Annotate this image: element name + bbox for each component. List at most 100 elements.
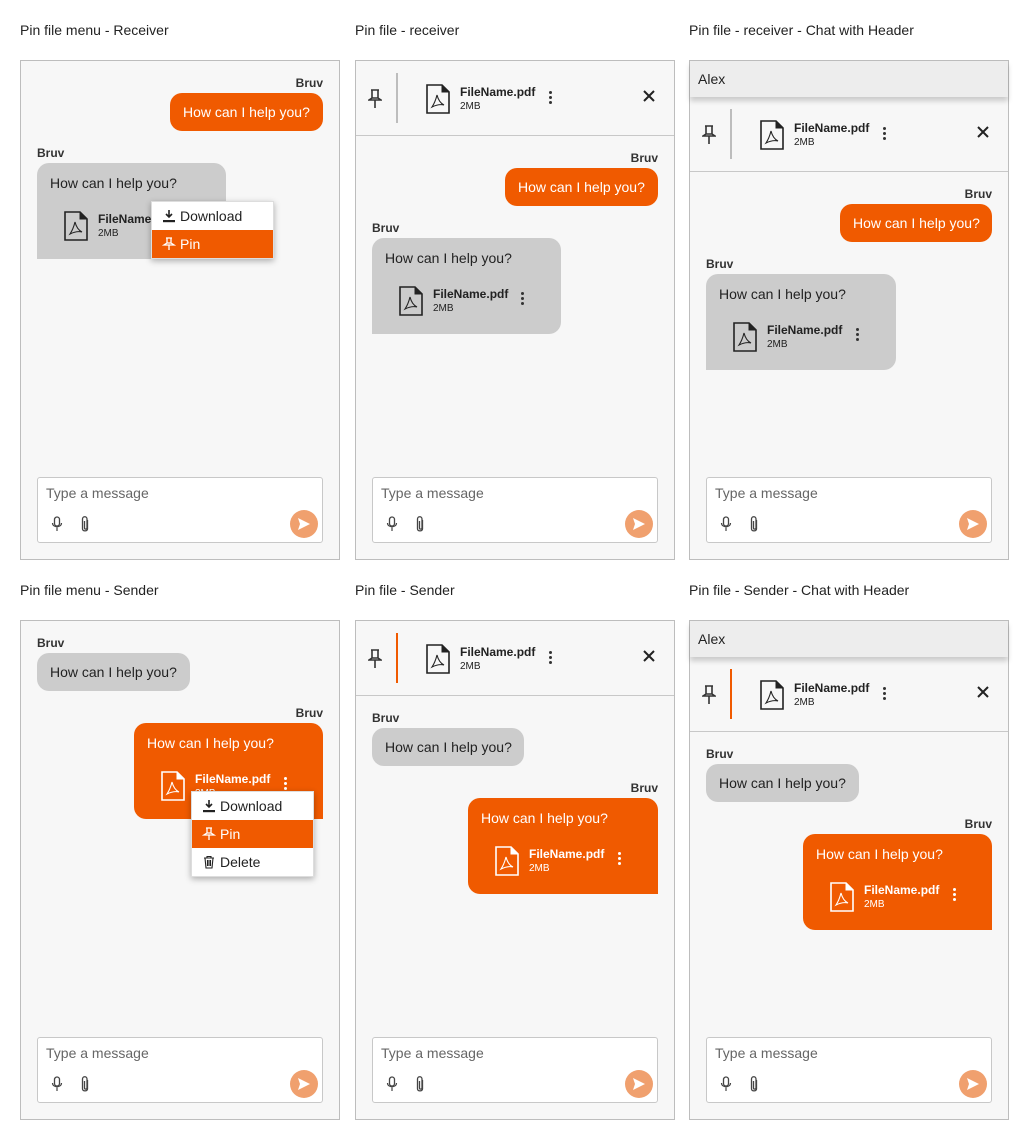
file-name: FileName.pdf: [794, 121, 870, 135]
sender-name: Bruv: [37, 636, 65, 650]
pin-icon[interactable]: [368, 649, 382, 669]
message-text: How can I help you?: [719, 775, 846, 791]
file-name: FileName.pdf: [864, 883, 940, 897]
message-input[interactable]: Type a message: [381, 485, 484, 501]
microphone-icon[interactable]: [51, 516, 63, 532]
sender-name: Bruv: [630, 781, 658, 795]
microphone-icon[interactable]: [720, 516, 732, 532]
message-text: How can I help you?: [183, 104, 310, 120]
pinned-divider: [396, 73, 398, 123]
pdf-file-icon: [426, 84, 450, 114]
message-text: How can I help you?: [50, 664, 177, 680]
message-text: How can I help you?: [385, 250, 512, 266]
file-size: 2MB: [864, 899, 885, 910]
send-button[interactable]: [625, 510, 653, 538]
message-input[interactable]: Type a message: [381, 1045, 484, 1061]
sender-name: Bruv: [37, 146, 65, 160]
menu-item-download[interactable]: Download: [152, 202, 273, 230]
kebab-menu-icon[interactable]: [851, 325, 865, 345]
menu-item-label: Pin: [220, 826, 241, 842]
kebab-menu-icon[interactable]: [516, 289, 530, 309]
send-button[interactable]: [625, 1070, 653, 1098]
microphone-icon[interactable]: [386, 516, 398, 532]
message-input[interactable]: Type a message: [715, 1045, 818, 1061]
message-text: How can I help you?: [518, 179, 645, 195]
close-icon[interactable]: [975, 124, 991, 140]
kebab-menu-icon[interactable]: [613, 849, 627, 869]
send-button[interactable]: [290, 1070, 318, 1098]
file-name: FileName.pdf: [195, 772, 271, 786]
file-context-menu: Download Pin Delete: [191, 791, 314, 877]
kebab-menu-icon[interactable]: [878, 684, 892, 704]
sender-name: Bruv: [372, 711, 400, 725]
send-button[interactable]: [959, 1070, 987, 1098]
microphone-icon[interactable]: [51, 1076, 63, 1092]
message-text: How can I help you?: [385, 739, 512, 755]
send-icon: [967, 518, 979, 530]
file-name: FileName.: [98, 212, 155, 226]
paperclip-icon[interactable]: [748, 515, 760, 533]
microphone-icon[interactable]: [386, 1076, 398, 1092]
sent-message-bubble: How can I help you?: [840, 204, 992, 242]
message-input[interactable]: Type a message: [46, 485, 149, 501]
chat-header: Alex: [690, 61, 1008, 97]
menu-item-delete[interactable]: Delete: [192, 848, 313, 876]
send-button[interactable]: [959, 510, 987, 538]
pinned-divider: [396, 633, 398, 683]
send-button[interactable]: [290, 510, 318, 538]
menu-item-pin[interactable]: Pin: [192, 820, 313, 848]
chat-panel-receiver-pinned: FileName.pdf 2MB Bruv How can I help you…: [355, 60, 675, 560]
pinned-file-bar: FileName.pdf 2MB: [356, 61, 674, 136]
file-size: 2MB: [460, 101, 481, 112]
close-icon[interactable]: [641, 648, 657, 664]
paperclip-icon[interactable]: [79, 1075, 91, 1093]
file-name: FileName.pdf: [529, 847, 605, 861]
menu-item-pin[interactable]: Pin: [152, 230, 273, 258]
paperclip-icon[interactable]: [79, 515, 91, 533]
close-icon[interactable]: [641, 88, 657, 104]
microphone-icon[interactable]: [720, 1076, 732, 1092]
pin-icon: [202, 827, 216, 840]
pin-icon[interactable]: [368, 89, 382, 109]
send-icon: [633, 1078, 645, 1090]
message-input[interactable]: Type a message: [715, 485, 818, 501]
message-composer: Type a message: [706, 477, 992, 543]
send-icon: [967, 1078, 979, 1090]
file-size: 2MB: [433, 303, 454, 314]
message-text: How can I help you?: [50, 175, 177, 191]
kebab-menu-icon[interactable]: [544, 88, 558, 108]
paperclip-icon[interactable]: [414, 515, 426, 533]
paperclip-icon[interactable]: [748, 1075, 760, 1093]
close-icon[interactable]: [975, 684, 991, 700]
pinned-divider: [730, 109, 732, 159]
message-input[interactable]: Type a message: [46, 1045, 149, 1061]
sent-message-bubble: How can I help you? FileName.pdf 2MB: [803, 834, 992, 930]
paperclip-icon[interactable]: [414, 1075, 426, 1093]
sender-name: Bruv: [372, 221, 400, 235]
pdf-file-icon: [495, 846, 519, 876]
received-message-bubble: How can I help you?: [706, 764, 859, 802]
menu-item-download[interactable]: Download: [192, 792, 313, 820]
kebab-menu-icon[interactable]: [544, 648, 558, 668]
kebab-menu-icon[interactable]: [948, 885, 962, 905]
pin-icon[interactable]: [702, 685, 716, 705]
sent-message-bubble: How can I help you?: [505, 168, 658, 206]
chat-panel-sender-pinned: FileName.pdf 2MB Bruv How can I help you…: [355, 620, 675, 1120]
file-name: FileName.pdf: [460, 645, 536, 659]
pin-icon[interactable]: [702, 125, 716, 145]
pdf-file-icon: [426, 644, 450, 674]
menu-item-label: Pin: [180, 236, 201, 252]
pdf-file-icon: [399, 286, 423, 316]
received-message-bubble: How can I help you?: [37, 653, 190, 691]
send-icon: [298, 1078, 310, 1090]
message-composer: Type a message: [372, 1037, 658, 1103]
sender-name: Bruv: [706, 747, 734, 761]
panel-title-pin-receiver-header: Pin file - receiver - Chat with Header: [689, 22, 914, 38]
file-size: 2MB: [794, 697, 815, 708]
panel-title-pin-receiver: Pin file - receiver: [355, 22, 460, 38]
pdf-file-icon: [64, 211, 88, 241]
kebab-menu-icon[interactable]: [878, 124, 892, 144]
pinned-file-bar: FileName.pdf 2MB: [690, 657, 1008, 732]
download-icon: [203, 800, 215, 813]
chat-panel-sender-menu: Bruv How can I help you? Bruv How can I …: [20, 620, 340, 1120]
